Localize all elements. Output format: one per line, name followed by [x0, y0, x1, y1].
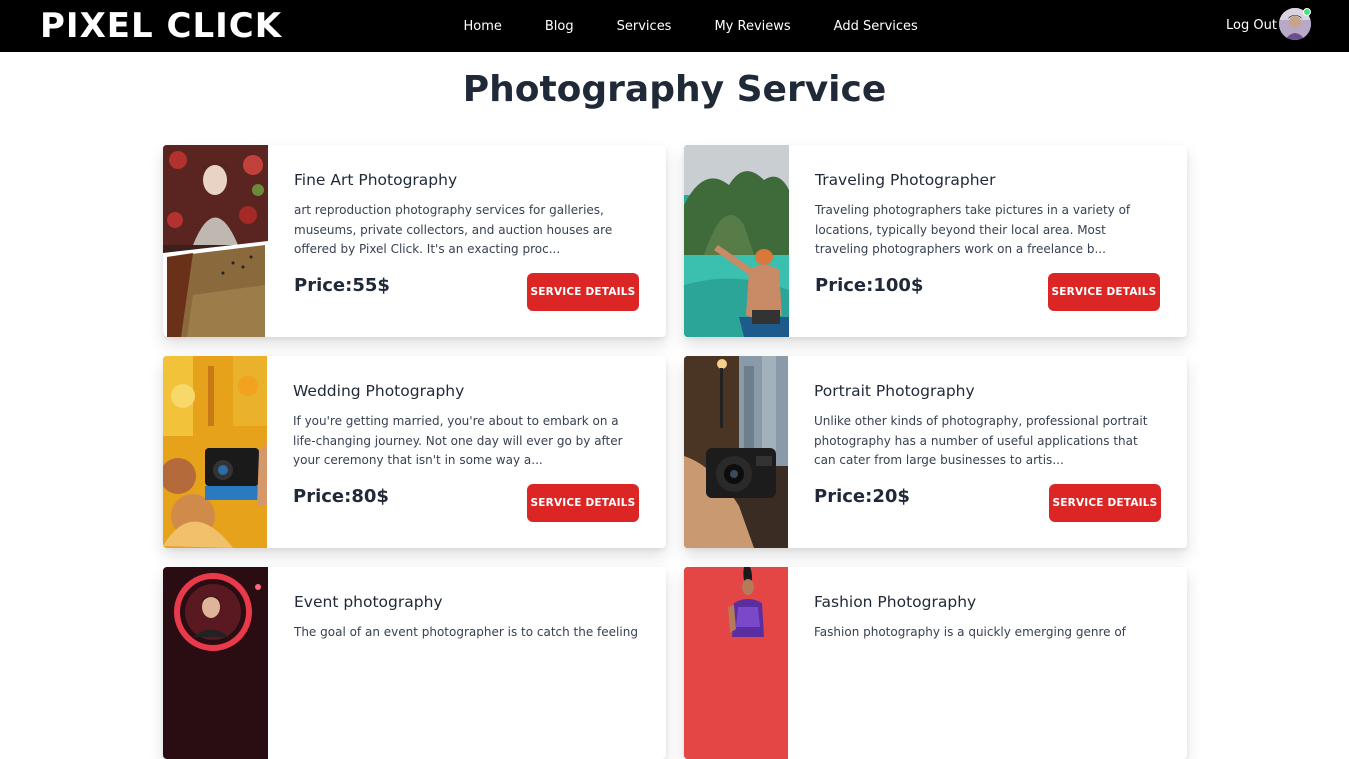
nav-link-blog[interactable]: Blog	[523, 19, 595, 34]
nav-link-services[interactable]: Services	[595, 19, 693, 34]
service-image	[163, 567, 268, 759]
service-description: Traveling photographers take pictures in…	[815, 203, 1131, 256]
service-description: The goal of an event photographer is to …	[294, 625, 638, 639]
service-price: Price:100$	[815, 275, 924, 296]
service-card: Wedding Photography If you're getting ma…	[163, 356, 666, 548]
service-image	[163, 145, 268, 337]
nav-link-add-services[interactable]: Add Services	[812, 19, 939, 34]
service-title: Fine Art Photography	[294, 171, 458, 189]
brand-logo[interactable]: PiXEL CLiCK	[40, 6, 282, 46]
online-status-dot	[1303, 8, 1311, 16]
nav-links: Home Blog Services My Reviews Add Servic…	[442, 0, 939, 52]
service-details-button[interactable]: SERVICE DETAILS	[527, 484, 639, 522]
service-details-button[interactable]: SERVICE DETAILS	[1048, 273, 1160, 311]
nav-link-my-reviews[interactable]: My Reviews	[693, 19, 812, 34]
service-price: Price:20$	[814, 486, 910, 507]
service-card: Fine Art Photography art reproduction ph…	[163, 145, 666, 337]
nav-link-home[interactable]: Home	[442, 19, 523, 34]
page-title: Photography Service	[462, 69, 887, 110]
service-title: Fashion Photography	[814, 593, 977, 611]
service-description: art reproduction photography services fo…	[294, 203, 613, 256]
service-card: Event photography The goal of an event p…	[163, 567, 666, 759]
service-description: Unlike other kinds of photography, profe…	[814, 414, 1148, 467]
service-details-button[interactable]: SERVICE DETAILS	[1049, 484, 1161, 522]
service-title: Wedding Photography	[293, 382, 465, 400]
service-card: Portrait Photography Unlike other kinds …	[684, 356, 1187, 548]
service-image	[684, 567, 788, 759]
service-image	[163, 356, 267, 548]
service-description: If you're getting married, you're about …	[293, 414, 623, 467]
service-title: Traveling Photographer	[815, 171, 996, 189]
service-image	[684, 145, 789, 337]
service-card: Fashion Photography Fashion photography …	[684, 567, 1187, 759]
logout-button[interactable]: Log Out	[1226, 0, 1277, 52]
service-title: Event photography	[294, 593, 443, 611]
navbar: PiXEL CLiCK Home Blog Services My Review…	[0, 0, 1349, 52]
service-image	[684, 356, 788, 548]
service-price: Price:80$	[293, 486, 389, 507]
service-price: Price:55$	[294, 275, 390, 296]
service-description: Fashion photography is a quickly emergin…	[814, 625, 1126, 639]
service-title: Portrait Photography	[814, 382, 975, 400]
service-card: Traveling Photographer Traveling photogr…	[684, 145, 1187, 337]
service-details-button[interactable]: SERVICE DETAILS	[527, 273, 639, 311]
